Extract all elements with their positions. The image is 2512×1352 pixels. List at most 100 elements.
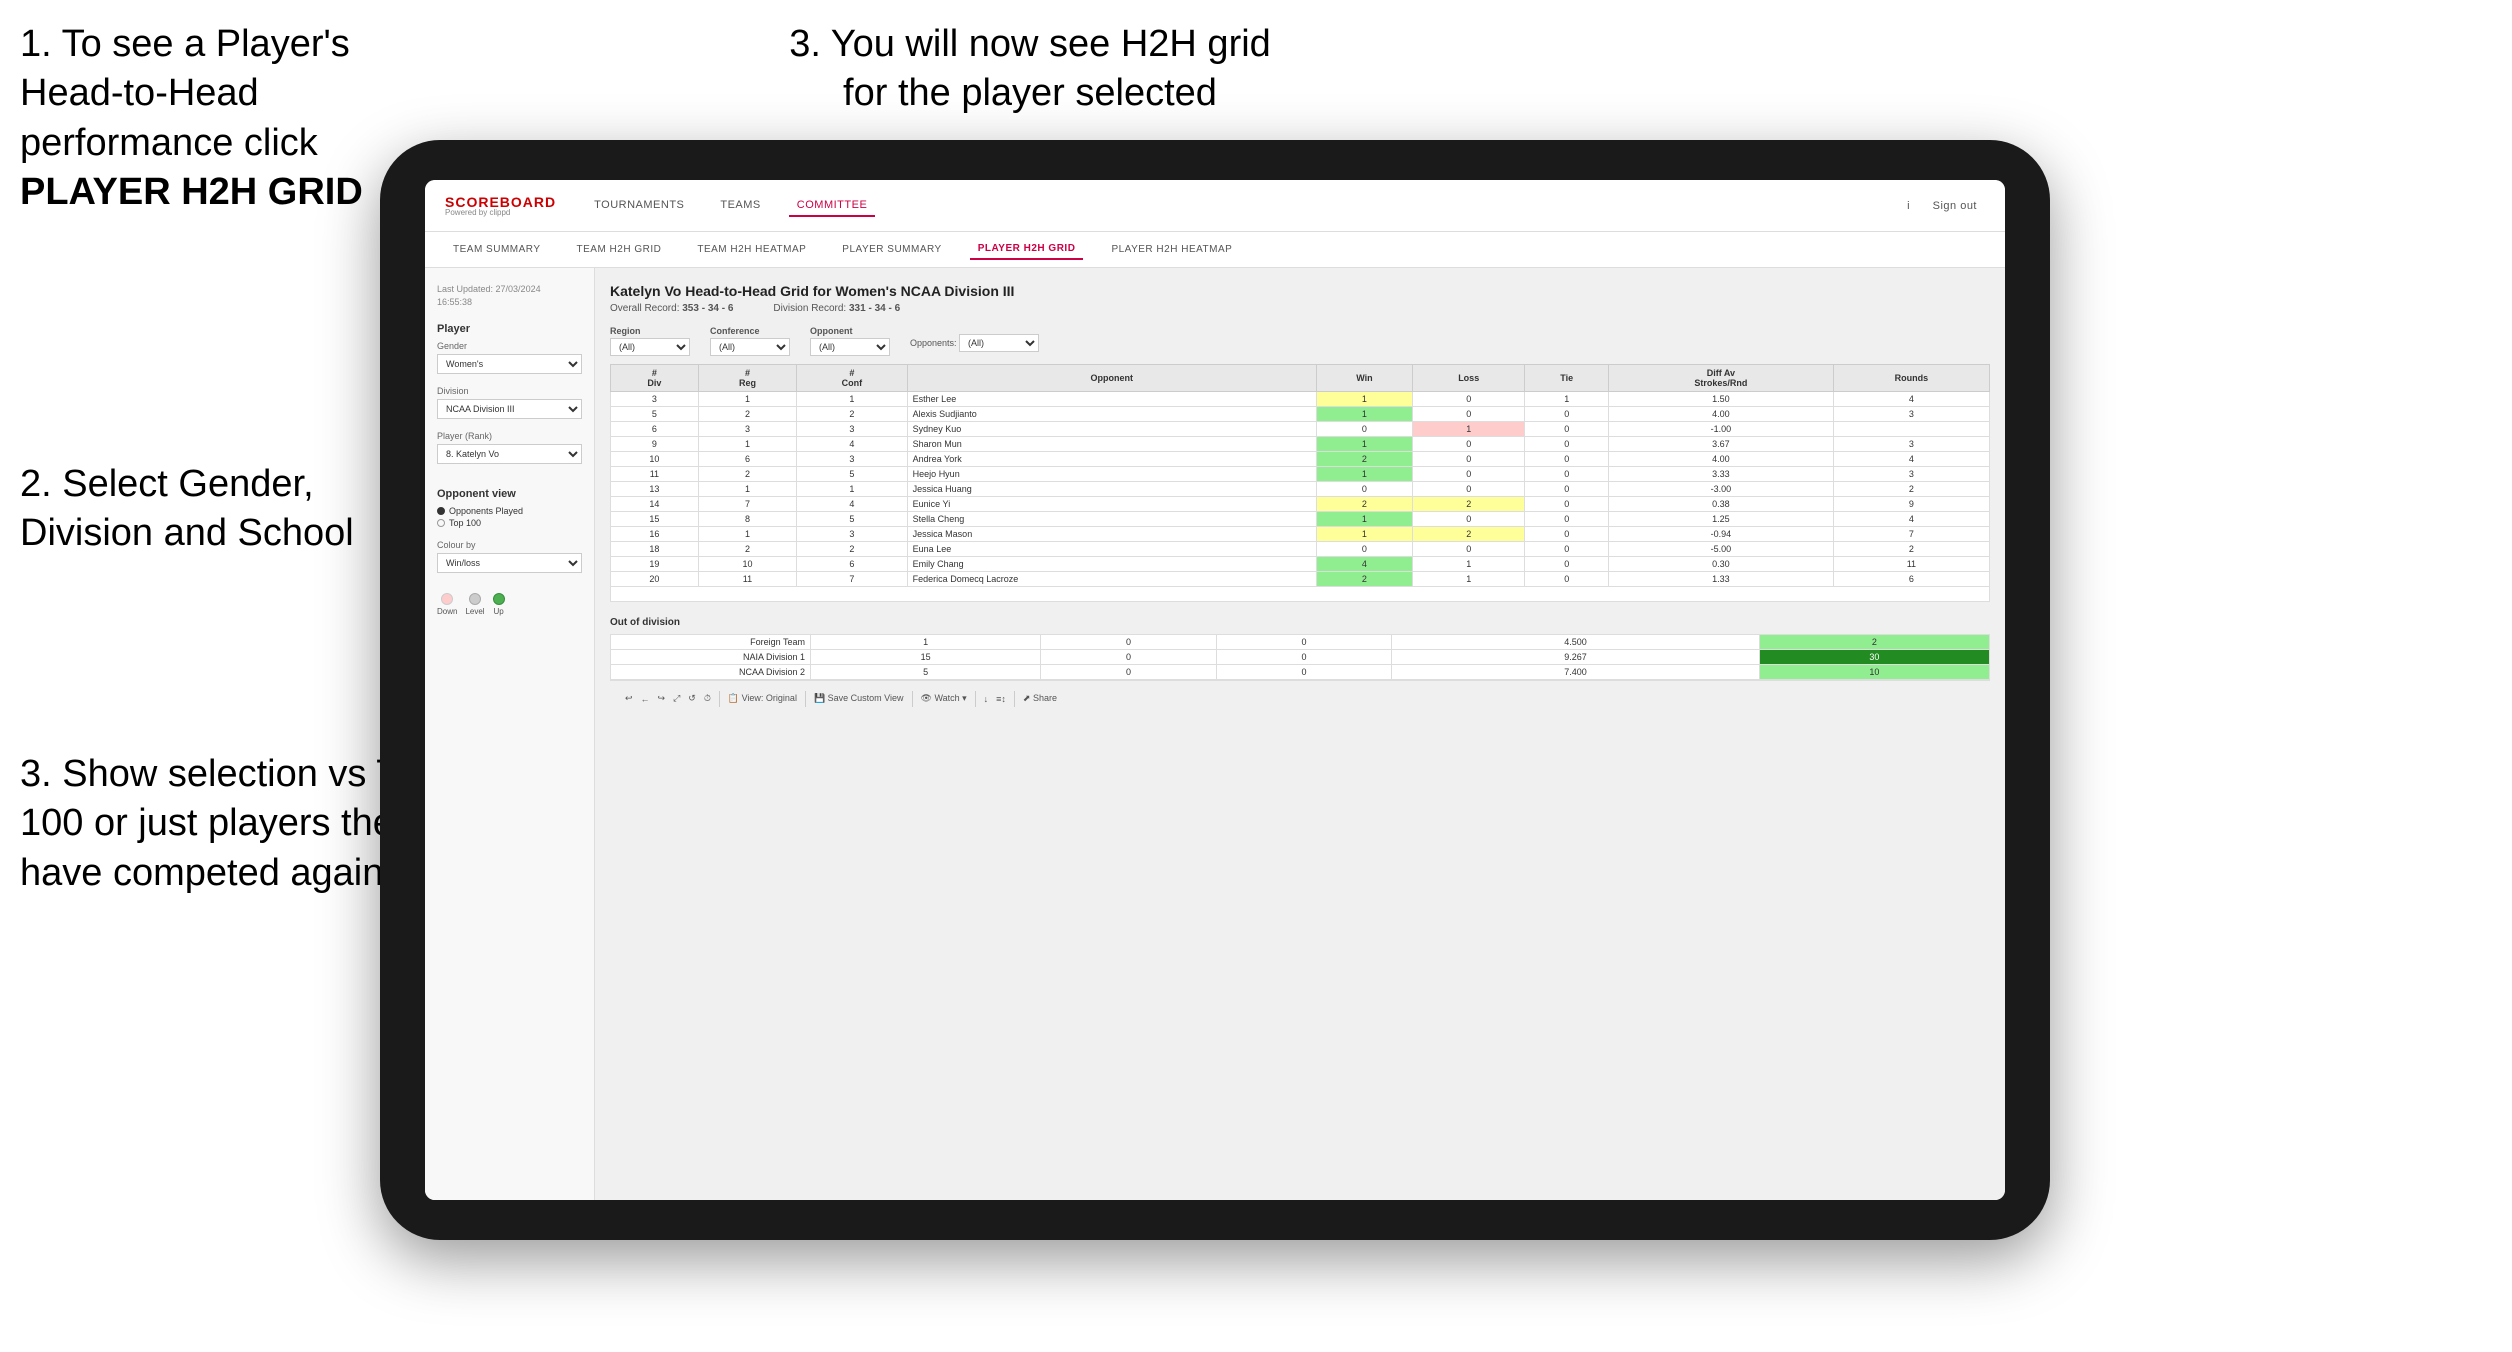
instructions-step1: 1. To see a Player's Head-to-Head perfor… — [20, 20, 420, 218]
filter-conference-select[interactable]: (All) — [710, 338, 790, 356]
separator5 — [1014, 691, 1015, 707]
subnav-player-h2h-grid[interactable]: PLAYER H2H GRID — [970, 239, 1084, 260]
out-table-row: Foreign Team 1 0 0 4.500 2 — [611, 635, 1990, 650]
expand-button[interactable]: ⤢ — [673, 693, 680, 704]
nav-item-teams[interactable]: TEAMS — [712, 195, 768, 217]
logo-text: SCOREBOARD — [445, 195, 556, 209]
th-conf: #Conf — [797, 365, 908, 392]
filter-opponent-select[interactable]: (All) — [810, 338, 890, 356]
opponents-select[interactable]: (All) — [959, 334, 1039, 352]
table-row-empty — [611, 587, 1990, 602]
tablet-device: SCOREBOARD Powered by clippd TOURNAMENTS… — [380, 140, 2050, 1240]
table-row: 19 10 6 Emily Chang 4 1 0 0.30 11 — [611, 557, 1990, 572]
sidebar-opponent-view-label: Opponent view — [437, 488, 582, 500]
th-div: #Div — [611, 365, 699, 392]
out-table-row: NCAA Division 2 5 0 0 7.400 10 — [611, 665, 1990, 680]
th-loss: Loss — [1413, 365, 1525, 392]
nav-item-tournaments[interactable]: TOURNAMENTS — [586, 195, 692, 217]
toolbar-bottom: ↩ ← ↪ ⤢ ↺ ⏱ 📋 View: Original 💾 Save Cust… — [610, 680, 1990, 716]
filter-group-conference: Conference (All) — [710, 326, 790, 356]
subnav-team-h2h-heatmap[interactable]: TEAM H2H HEATMAP — [689, 240, 814, 259]
undo-button[interactable]: ↩ — [625, 693, 633, 704]
sidebar-legend: Down Level Up — [437, 593, 582, 616]
th-win: Win — [1316, 365, 1412, 392]
sidebar-colour-by-select[interactable]: Win/loss — [437, 553, 582, 573]
opponents-label: Opponents: (All) — [910, 334, 1039, 356]
sidebar-gender-select[interactable]: Women's Men's — [437, 354, 582, 374]
nav-item-committee[interactable]: COMMITTEE — [789, 195, 876, 217]
h2h-table: #Div #Reg #Conf Opponent Win Loss Tie Di… — [610, 364, 1990, 602]
separator2 — [805, 691, 806, 707]
filters-row: Region (All) Conference (All) Opponent — [610, 326, 1990, 356]
sidebar-colour-by-label: Colour by — [437, 540, 582, 550]
back-button[interactable]: ← — [641, 694, 650, 704]
data-area: Katelyn Vo Head-to-Head Grid for Women's… — [595, 268, 2005, 1200]
download-button[interactable]: ↓ — [984, 694, 989, 704]
table-row: 14 7 4 Eunice Yi 2 2 0 0.38 9 — [611, 497, 1990, 512]
instructions-step3-top: 3. You will now see H2H grid for the pla… — [780, 20, 1280, 119]
table-row: 15 8 5 Stella Cheng 1 0 0 1.25 4 — [611, 512, 1990, 527]
th-diff: Diff AvStrokes/Rnd — [1609, 365, 1834, 392]
th-tie: Tie — [1525, 365, 1609, 392]
navbar: SCOREBOARD Powered by clippd TOURNAMENTS… — [425, 180, 2005, 232]
out-table-row: NAIA Division 1 15 0 0 9.267 30 — [611, 650, 1990, 665]
legend-level: Level — [465, 593, 484, 616]
out-of-division-title: Out of division — [610, 617, 1990, 628]
sidebar-radio-opponents-played[interactable]: Opponents Played — [437, 506, 582, 516]
subnav-player-h2h-heatmap[interactable]: PLAYER H2H HEATMAP — [1103, 240, 1240, 259]
refresh-button[interactable]: ↺ — [688, 693, 696, 704]
share-button[interactable]: ⬈ Share — [1023, 693, 1057, 704]
subnav-player-summary[interactable]: PLAYER SUMMARY — [834, 240, 949, 259]
out-of-division-table: Foreign Team 1 0 0 4.500 2 NAIA Division… — [610, 634, 1990, 680]
legend-down: Down — [437, 593, 457, 616]
separator1 — [719, 691, 720, 707]
logo: SCOREBOARD Powered by clippd — [445, 195, 556, 217]
subnav-team-h2h-grid[interactable]: TEAM H2H GRID — [569, 240, 670, 259]
division-record: Division Record: 331 - 34 - 6 — [773, 303, 900, 314]
nav-items: TOURNAMENTS TEAMS COMMITTEE — [586, 195, 1877, 217]
table-row: 13 1 1 Jessica Huang 0 0 0 -3.00 2 — [611, 482, 1990, 497]
data-title: Katelyn Vo Head-to-Head Grid for Women's… — [610, 283, 1990, 299]
sidebar-timestamp: Last Updated: 27/03/202416:55:38 — [437, 283, 582, 308]
table-row: 16 1 3 Jessica Mason 1 2 0 -0.94 7 — [611, 527, 1990, 542]
th-opponent: Opponent — [907, 365, 1316, 392]
overall-record: Overall Record: 353 - 34 - 6 — [610, 303, 733, 314]
sidebar-radio-top100[interactable]: Top 100 — [437, 518, 582, 528]
table-row: 3 1 1 Esther Lee 1 0 1 1.50 4 — [611, 392, 1990, 407]
main-content: Last Updated: 27/03/202416:55:38 Player … — [425, 268, 2005, 1200]
logo-powered: Powered by clippd — [445, 209, 556, 217]
sidebar-player-label: Player — [437, 323, 582, 335]
timer-button[interactable]: ⏱ — [704, 693, 711, 704]
th-rounds: Rounds — [1833, 365, 1989, 392]
tablet-screen: SCOREBOARD Powered by clippd TOURNAMENTS… — [425, 180, 2005, 1200]
table-row: 20 11 7 Federica Domecq Lacroze 2 1 0 1.… — [611, 572, 1990, 587]
legend-up: Up — [493, 593, 505, 616]
table-row: 11 2 5 Heejo Hyun 1 0 0 3.33 3 — [611, 467, 1990, 482]
separator3 — [912, 691, 913, 707]
th-reg: #Reg — [698, 365, 796, 392]
filter-group-region: Region (All) — [610, 326, 690, 356]
filter-region-select[interactable]: (All) — [610, 338, 690, 356]
separator4 — [975, 691, 976, 707]
sidebar-player-rank-label: Player (Rank) — [437, 431, 582, 441]
nav-right: i Sign out — [1907, 196, 1985, 216]
sidebar-player-rank-select[interactable]: 8. Katelyn Vo — [437, 444, 582, 464]
table-row: 5 2 2 Alexis Sudjianto 1 0 0 4.00 3 — [611, 407, 1990, 422]
sidebar-division-label: Division — [437, 386, 582, 396]
save-custom-view-button[interactable]: 💾 Save Custom View — [814, 693, 904, 704]
watch-button[interactable]: 👁 Watch ▾ — [921, 693, 967, 704]
table-row: 9 1 4 Sharon Mun 1 0 0 3.67 3 — [611, 437, 1990, 452]
subnav-team-summary[interactable]: TEAM SUMMARY — [445, 240, 549, 259]
table-row: 18 2 2 Euna Lee 0 0 0 -5.00 2 — [611, 542, 1990, 557]
user-icon: i — [1907, 200, 1909, 212]
signout-button[interactable]: Sign out — [1925, 196, 1985, 216]
sidebar-division-select[interactable]: NCAA Division III NCAA Division I NCAA D… — [437, 399, 582, 419]
sidebar-gender-label: Gender — [437, 341, 582, 351]
sort-button[interactable]: ≡↕ — [996, 694, 1006, 704]
redo-button[interactable]: ↪ — [658, 693, 666, 704]
table-row: 10 6 3 Andrea York 2 0 0 4.00 4 — [611, 452, 1990, 467]
view-original-button[interactable]: 📋 View: Original — [728, 693, 797, 704]
instructions-step2: 2. Select Gender, Division and School — [20, 460, 420, 559]
subnav: TEAM SUMMARY TEAM H2H GRID TEAM H2H HEAT… — [425, 232, 2005, 268]
table-row: 6 3 3 Sydney Kuo 0 1 0 -1.00 — [611, 422, 1990, 437]
